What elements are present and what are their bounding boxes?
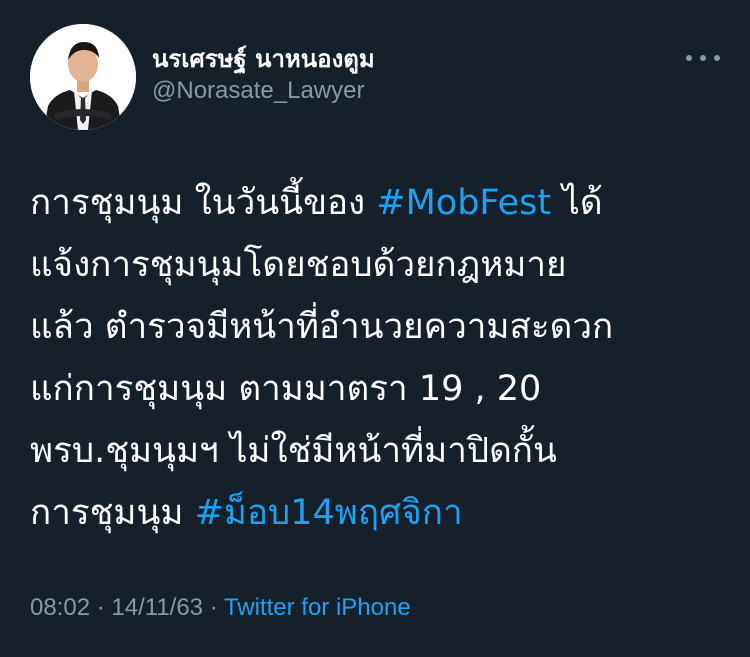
tweet-line: การชุมนุม #ม็อบ14พฤศจิกา bbox=[30, 493, 463, 533]
user-handle[interactable]: @Norasate_Lawyer bbox=[152, 76, 375, 106]
tweet-line: แก่การชุมนุม ตามมาตรา 19 , 20 bbox=[30, 369, 542, 409]
user-info: นรเศรษฐ์ นาหนองตูม @Norasate_Lawyer bbox=[152, 44, 375, 106]
source-link[interactable]: Twitter for iPhone bbox=[224, 594, 411, 621]
more-dot bbox=[686, 55, 692, 61]
more-options-icon[interactable] bbox=[686, 46, 720, 70]
tweet-text: การชุมนุม ในวันนี้ของ #MobFest ได้ แจ้งก… bbox=[30, 172, 730, 544]
tweet-date[interactable]: 14/11/63 bbox=[111, 594, 203, 621]
separator: · bbox=[203, 594, 224, 621]
tweet-time[interactable]: 08:02 bbox=[30, 594, 90, 621]
tweet-card: นรเศรษฐ์ นาหนองตูม @Norasate_Lawyer การช… bbox=[0, 0, 750, 657]
hashtag-link[interactable]: #MobFest bbox=[376, 183, 551, 223]
tweet-line: การชุมนุม ในวันนี้ของ #MobFest ได้ bbox=[30, 183, 603, 223]
more-dot bbox=[700, 55, 706, 61]
tweet-meta: 08:02 · 14/11/63 · Twitter for iPhone bbox=[30, 592, 411, 624]
display-name[interactable]: นรเศรษฐ์ นาหนองตูม bbox=[152, 44, 375, 74]
profile-photo bbox=[30, 24, 136, 130]
tweet-line: แจ้งการชุมนุมโดยชอบด้วยกฎหมาย bbox=[30, 245, 567, 285]
separator: · bbox=[90, 594, 112, 621]
avatar[interactable] bbox=[30, 24, 136, 130]
hashtag-link[interactable]: #ม็อบ14พฤศจิกา bbox=[195, 493, 463, 533]
tweet-line: พรบ.ชุมนุมฯ ไม่ใช่มีหน้าที่มาปิดกั้น bbox=[30, 431, 557, 471]
tweet-line: แล้ว ตำรวจมีหน้าที่อำนวยความสะดวก bbox=[30, 307, 614, 347]
more-dot bbox=[714, 55, 720, 61]
